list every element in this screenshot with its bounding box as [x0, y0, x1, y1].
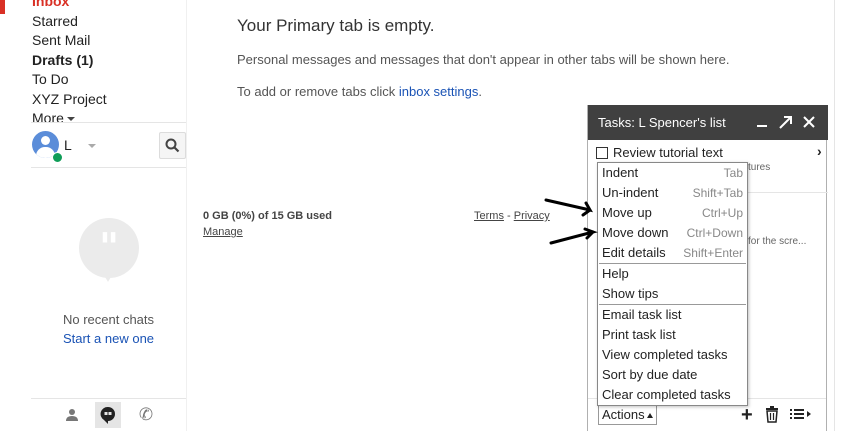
switch-list-icon[interactable] [789, 405, 813, 428]
sidebar-nav: Inbox Starred Sent Mail Drafts (1) To Do… [32, 0, 202, 129]
close-icon[interactable] [803, 113, 815, 136]
menu-item-sort-by-due-date[interactable]: Sort by due date [598, 365, 747, 385]
task-note-text-2: for the scre... [748, 236, 807, 247]
menu-item-label: View completed tasks [602, 347, 728, 362]
divider [31, 122, 186, 123]
phone-tab-icon[interactable]: ✆ [133, 402, 159, 428]
online-status-icon [52, 152, 63, 163]
actions-label: Actions [602, 407, 645, 422]
inbox-indicator [0, 0, 5, 14]
sidebar-item-to-do[interactable]: To Do [32, 70, 202, 90]
user-menu-chevron-icon[interactable] [88, 144, 96, 148]
menu-item-label: Sort by due date [602, 367, 698, 382]
hangouts-quote-glyph: " [99, 224, 119, 269]
terms-link[interactable]: Terms [474, 210, 504, 222]
sidebar-item-inbox[interactable]: Inbox [32, 0, 202, 12]
sidebar-item-starred[interactable]: Starred [32, 12, 202, 32]
menu-item-move-down[interactable]: Move down Ctrl+Down [598, 223, 747, 243]
menu-item-label: Clear completed tasks [602, 387, 731, 402]
menu-item-label: Indent [602, 165, 639, 180]
add-task-icon[interactable]: + [741, 405, 753, 425]
arrow-move-up [544, 198, 593, 217]
chevron-up-icon [646, 413, 653, 419]
tabs-hint-period: . [478, 84, 482, 99]
menu-item-shortcut: Ctrl+Up [701, 206, 743, 220]
search-icon [165, 138, 180, 153]
divider [31, 167, 186, 168]
actions-menu: Indent Tab Un-indent Shift+Tab Move up Ctrl… [597, 162, 748, 406]
minimize-glyph [757, 125, 767, 127]
menu-item-label: Move down [602, 225, 669, 240]
menu-item-shortcut: Tab [723, 166, 743, 180]
manage-storage-link[interactable]: Manage [203, 226, 243, 238]
menu-item-edit-details[interactable]: Edit details Shift+Enter [598, 243, 747, 263]
right-border [834, 0, 835, 431]
task-item-text[interactable]: Review tutorial text [613, 145, 723, 160]
close-glyph [803, 116, 815, 128]
tasks-title: Tasks: L Spencer's list [598, 115, 726, 130]
sidebar-item-xyz-project[interactable]: XYZ Project [32, 90, 202, 110]
delete-task-icon[interactable] [764, 405, 780, 428]
pop-out-icon[interactable] [778, 113, 792, 136]
footer-separator: - [503, 210, 514, 222]
tabs-hint: To add or remove tabs click inbox settin… [237, 84, 482, 99]
menu-item-email-task-list[interactable]: Email task list [598, 305, 747, 325]
menu-item-label: Print task list [602, 327, 676, 342]
sidebar-item-sent-mail[interactable]: Sent Mail [32, 31, 202, 51]
menu-item-shortcut: Shift+Tab [692, 186, 743, 200]
menu-item-label: Help [602, 266, 629, 281]
privacy-link[interactable]: Privacy [514, 210, 550, 222]
actions-button[interactable]: Actions [598, 405, 657, 425]
column-divider [186, 0, 187, 431]
menu-item-shortcut: Ctrl+Down [686, 226, 743, 240]
contacts-tab-icon[interactable] [59, 402, 85, 428]
menu-item-view-completed-tasks[interactable]: View completed tasks [598, 345, 747, 365]
menu-item-label: Show tips [602, 286, 659, 301]
task-note-text: tures [748, 162, 771, 173]
menu-item-un-indent[interactable]: Un-indent Shift+Tab [598, 183, 747, 203]
menu-item-clear-completed-tasks[interactable]: Clear completed tasks [598, 385, 747, 405]
minimize-icon[interactable] [756, 113, 768, 136]
tabs-hint-text: To add or remove tabs click [237, 84, 399, 99]
user-name[interactable]: L [64, 137, 72, 153]
task-checkbox[interactable] [596, 147, 608, 159]
menu-item-indent[interactable]: Indent Tab [598, 163, 747, 183]
chevron-right-icon[interactable]: › [817, 143, 822, 159]
hangouts-icon: " [79, 218, 139, 282]
menu-item-shortcut: Shift+Enter [683, 246, 743, 260]
menu-item-label: Email task list [602, 307, 682, 322]
storage-usage: 0 GB (0%) of 15 GB used [203, 210, 332, 222]
divider [31, 398, 186, 399]
menu-item-help[interactable]: Help [598, 264, 747, 284]
menu-item-move-up[interactable]: Move up Ctrl+Up [598, 203, 747, 223]
empty-tab-title: Your Primary tab is empty. [237, 16, 435, 35]
task-divider [738, 192, 828, 193]
avatar-head [41, 136, 50, 145]
sidebar-item-drafts[interactable]: Drafts (1) [32, 51, 202, 71]
menu-item-print-task-list[interactable]: Print task list [598, 325, 747, 345]
hangouts-icon-tail [101, 270, 115, 282]
start-new-chat-link[interactable]: Start a new one [31, 331, 186, 346]
person-icon [66, 409, 78, 421]
tasks-header: Tasks: L Spencer's list [588, 105, 828, 140]
sidebar-item-more[interactable]: More [32, 109, 202, 129]
no-recent-chats-text: No recent chats [62, 312, 155, 327]
more-label: More [32, 110, 64, 126]
hangouts-quote-icon [100, 406, 115, 424]
chevron-down-icon [66, 117, 75, 122]
hangouts-tab-icon[interactable] [95, 402, 121, 428]
menu-item-label: Edit details [602, 245, 666, 260]
menu-item-show-tips[interactable]: Show tips [598, 284, 747, 304]
list-icon [790, 409, 811, 419]
empty-tab-description: Personal messages and messages that don'… [237, 52, 730, 67]
inbox-settings-link[interactable]: inbox settings [399, 84, 479, 99]
footer-links: Terms - Privacy [474, 210, 550, 222]
pop-out-glyph [779, 116, 792, 129]
search-people-button[interactable] [159, 132, 186, 159]
menu-item-label: Move up [602, 205, 652, 220]
menu-item-label: Un-indent [602, 185, 659, 200]
trash-icon [766, 406, 778, 423]
